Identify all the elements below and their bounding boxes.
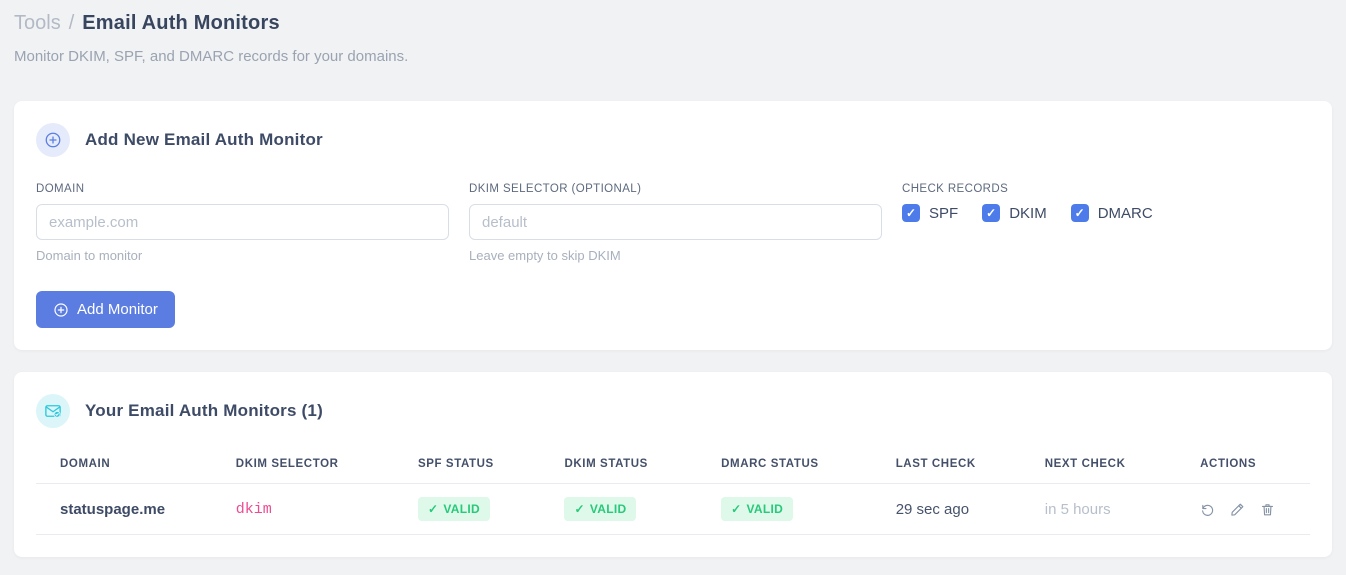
check-icon: ✓ (731, 502, 742, 516)
add-monitor-card-title: Add New Email Auth Monitor (85, 130, 323, 149)
col-header-dmarc-status: DMARC STATUS (697, 442, 872, 484)
dkim-status-text: VALID (589, 502, 627, 516)
dkim-selector-field-group: DKIM SELECTOR (OPTIONAL) Leave empty to … (469, 183, 882, 263)
table-row: statuspage.me dkim ✓ VALID ✓ VALID ✓ VAL… (36, 483, 1310, 535)
monitor-last-check: 29 sec ago (871, 483, 1021, 535)
monitor-dkim-selector: dkim (211, 483, 394, 535)
col-header-spf-status: SPF STATUS (393, 442, 541, 484)
check-records-label: CHECK RECORDS (902, 183, 1009, 195)
dkim-selector-input[interactable] (469, 204, 882, 240)
dmarc-checkbox-item[interactable]: ✓ DMARC (1070, 204, 1153, 222)
dkim-checkbox-label: DKIM (1009, 204, 1047, 222)
email-auth-monitors-page: Tools / Email Auth Monitors Monitor DKIM… (0, 0, 1346, 557)
col-header-dkim-status: DKIM STATUS (540, 442, 698, 484)
add-monitor-button-label: Add Monitor (77, 301, 158, 318)
delete-icon[interactable] (1260, 502, 1275, 517)
col-header-domain: DOMAIN (36, 442, 212, 484)
dmarc-checkbox-label: DMARC (1097, 204, 1153, 222)
col-header-actions: ACTIONS (1176, 442, 1310, 484)
monitors-card-header: Your Email Auth Monitors (1) (36, 394, 1310, 428)
page-title: Email Auth Monitors (82, 12, 280, 34)
spf-status-badge: ✓ VALID (417, 497, 490, 521)
refresh-icon[interactable] (1200, 502, 1215, 517)
dmarc-checkbox[interactable]: ✓ (1070, 204, 1089, 222)
plus-circle-icon (36, 123, 70, 157)
check-icon: ✓ (574, 502, 585, 516)
row-actions (1200, 502, 1286, 517)
dmarc-status-text: VALID (746, 502, 784, 516)
add-monitor-card-header: Add New Email Auth Monitor (36, 123, 1310, 157)
edit-icon[interactable] (1230, 502, 1245, 517)
dmarc-status-badge: ✓ VALID (721, 497, 794, 521)
page-header: Tools / Email Auth Monitors Monitor DKIM… (14, 0, 1332, 65)
monitor-domain: statuspage.me (36, 483, 212, 535)
domain-input[interactable] (36, 204, 449, 240)
domain-field-label: DOMAIN (36, 183, 85, 195)
check-records-group: CHECK RECORDS ✓ SPF ✓ DKIM ✓ DMARC (902, 183, 1310, 222)
breadcrumb-separator: / (68, 12, 75, 34)
col-header-dkim-selector: DKIM SELECTOR (211, 442, 394, 484)
add-monitor-button[interactable]: Add Monitor (36, 291, 175, 328)
dkim-selector-field-hint: Leave empty to skip DKIM (469, 248, 621, 263)
add-monitor-form: DOMAIN Domain to monitor DKIM SELECTOR (… (36, 183, 1310, 263)
spf-checkbox-label: SPF (929, 204, 959, 222)
spf-checkbox-item[interactable]: ✓ SPF (902, 204, 958, 222)
table-header-row: DOMAIN DKIM SELECTOR SPF STATUS DKIM STA… (36, 442, 1310, 484)
spf-status-text: VALID (443, 502, 480, 516)
breadcrumb: Tools / Email Auth Monitors (14, 12, 1332, 35)
domain-field-group: DOMAIN Domain to monitor (36, 183, 449, 263)
email-check-icon (36, 394, 70, 428)
dkim-checkbox[interactable]: ✓ (982, 204, 1001, 222)
col-header-next-check: NEXT CHECK (1020, 442, 1177, 484)
dkim-selector-field-label: DKIM SELECTOR (OPTIONAL) (469, 183, 642, 195)
monitor-next-check: in 5 hours (1020, 483, 1177, 535)
breadcrumb-tools-link[interactable]: Tools (14, 12, 61, 35)
dkim-status-badge: ✓ VALID (564, 497, 637, 521)
dkim-checkbox-item[interactable]: ✓ DKIM (982, 204, 1047, 222)
monitors-card: Your Email Auth Monitors (1) DOMAIN DKIM… (14, 372, 1332, 557)
check-records-options: ✓ SPF ✓ DKIM ✓ DMARC (902, 204, 1310, 222)
spf-checkbox[interactable]: ✓ (902, 204, 920, 222)
plus-circle-icon (54, 302, 68, 317)
monitors-card-title: Your Email Auth Monitors (1) (85, 401, 323, 420)
domain-field-hint: Domain to monitor (36, 248, 143, 263)
check-icon: ✓ (427, 502, 439, 516)
monitors-table: DOMAIN DKIM SELECTOR SPF STATUS DKIM STA… (36, 442, 1310, 535)
col-header-last-check: LAST CHECK (871, 442, 1021, 484)
page-subtitle: Monitor DKIM, SPF, and DMARC records for… (14, 48, 409, 65)
add-monitor-card: Add New Email Auth Monitor DOMAIN Domain… (14, 101, 1332, 350)
